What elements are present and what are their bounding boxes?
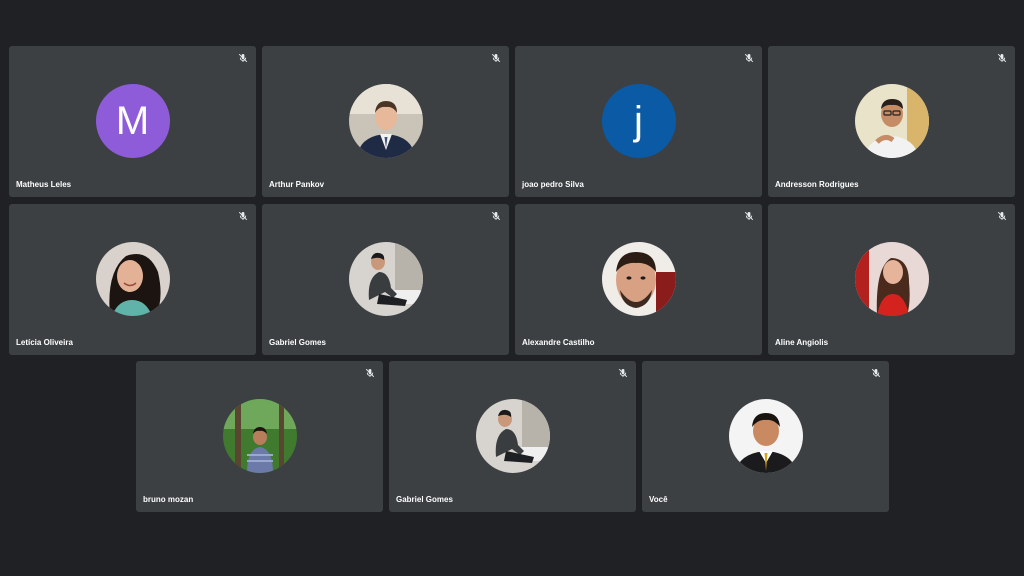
mic-off-icon bbox=[744, 53, 754, 63]
mic-off-icon bbox=[365, 368, 375, 378]
participant-tile-voce[interactable]: Você bbox=[642, 361, 889, 512]
participant-name: Gabriel Gomes bbox=[269, 338, 326, 347]
avatar-initial: M bbox=[95, 84, 170, 158]
participant-tile-bruno-mozan[interactable]: bruno mozan bbox=[136, 361, 383, 512]
participant-tile-gabriel-gomes[interactable]: Gabriel Gomes bbox=[262, 204, 509, 355]
participant-tile-leticia-oliveira[interactable]: Letícia Oliveira bbox=[9, 204, 256, 355]
participant-name: Letícia Oliveira bbox=[16, 338, 73, 347]
participant-name: Andresson Rodrigues bbox=[775, 180, 859, 189]
participant-tile-joao-pedro-silva[interactable]: j joao pedro Silva bbox=[515, 46, 762, 197]
mic-off-icon bbox=[618, 368, 628, 378]
participant-name: Matheus Leles bbox=[16, 180, 72, 189]
participant-name: Arthur Pankov bbox=[269, 180, 325, 189]
avatar-photo bbox=[728, 399, 803, 473]
participant-name: Você bbox=[649, 495, 668, 504]
avatar-photo bbox=[348, 84, 423, 158]
participant-tile-aline-angiolis[interactable]: Aline Angiolis bbox=[768, 204, 1015, 355]
avatar-photo bbox=[475, 399, 550, 473]
avatar-photo bbox=[854, 242, 929, 316]
avatar-photo bbox=[222, 399, 297, 473]
avatar-photo bbox=[95, 242, 170, 316]
participant-tile-andresson-rodrigues[interactable]: Andresson Rodrigues bbox=[768, 46, 1015, 197]
mic-off-icon bbox=[997, 53, 1007, 63]
mic-off-icon bbox=[238, 211, 248, 221]
participant-name: Aline Angiolis bbox=[775, 338, 829, 347]
participant-name: Alexandre Castilho bbox=[522, 338, 595, 347]
mic-off-icon bbox=[491, 53, 501, 63]
participant-tile-alexandre-castilho[interactable]: Alexandre Castilho bbox=[515, 204, 762, 355]
avatar-photo bbox=[601, 242, 676, 316]
participant-tile-matheus-leles[interactable]: M Matheus Leles bbox=[9, 46, 256, 197]
participant-name: Gabriel Gomes bbox=[396, 495, 453, 504]
mic-off-icon bbox=[744, 211, 754, 221]
participant-tile-arthur-pankov[interactable]: Arthur Pankov bbox=[262, 46, 509, 197]
participant-name: bruno mozan bbox=[143, 495, 194, 504]
mic-off-icon bbox=[491, 211, 501, 221]
participant-tile-gabriel-gomes-2[interactable]: Gabriel Gomes bbox=[389, 361, 636, 512]
meeting-grid: M Matheus Leles Arthur Pankov j joao ped… bbox=[0, 0, 1024, 576]
avatar-initial: j bbox=[601, 84, 676, 158]
mic-off-icon bbox=[238, 53, 248, 63]
participant-name: joao pedro Silva bbox=[522, 180, 584, 189]
avatar-photo bbox=[348, 242, 423, 316]
avatar-photo bbox=[854, 84, 929, 158]
mic-off-icon bbox=[997, 211, 1007, 221]
mic-off-icon bbox=[871, 368, 881, 378]
